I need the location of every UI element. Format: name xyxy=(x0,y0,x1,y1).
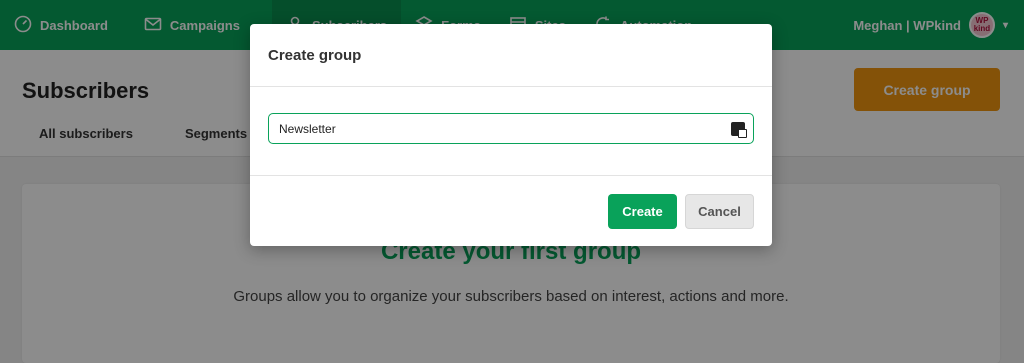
create-button[interactable]: Create xyxy=(608,194,677,229)
group-name-field[interactable] xyxy=(268,113,754,144)
dialog-body xyxy=(250,87,772,176)
group-name-input[interactable] xyxy=(277,120,731,137)
autofill-icon[interactable] xyxy=(731,121,747,138)
create-group-dialog: Create group Create Cancel xyxy=(250,24,772,246)
dialog-title: Create group xyxy=(250,24,772,87)
cancel-button[interactable]: Cancel xyxy=(685,194,754,229)
dialog-footer: Create Cancel xyxy=(250,176,772,246)
